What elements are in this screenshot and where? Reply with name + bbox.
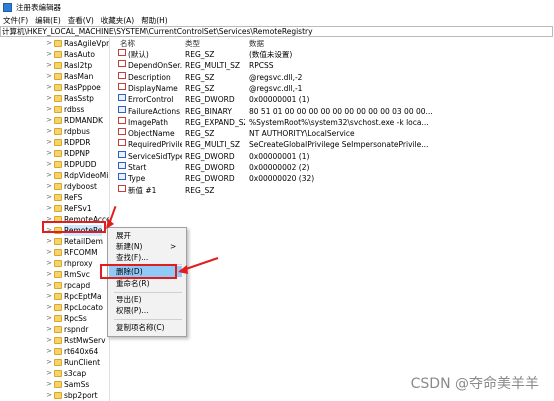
- arrowhead-icon: [178, 265, 188, 274]
- annotation-arrows: [106, 219, 219, 274]
- watermark: CSDN @夺命美羊羊: [410, 376, 539, 392]
- arrowhead-icon: [106, 219, 114, 229]
